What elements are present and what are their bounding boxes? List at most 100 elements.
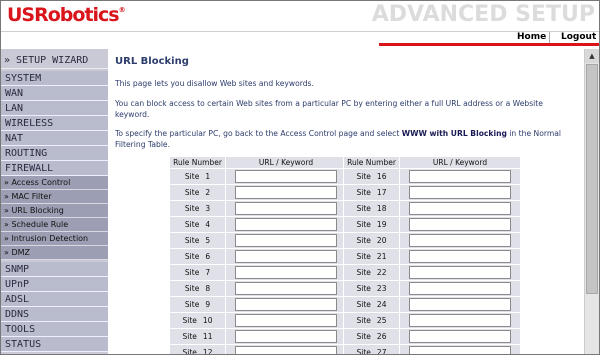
site-label: Site [184, 300, 200, 309]
usrobotics-logo: USRobotics® [7, 4, 126, 26]
url-keyword-input[interactable] [409, 202, 511, 215]
table-row: Site 17 [344, 185, 520, 200]
site-number: 21 [376, 252, 387, 261]
table-row: Site 20 [344, 233, 520, 248]
site-number: 26 [376, 332, 387, 341]
column-header-url-keyword: URL / Keyword [400, 157, 520, 168]
url-keyword-input[interactable] [235, 170, 337, 183]
url-keyword-cell [400, 345, 520, 354]
sidebar-item-ddns[interactable]: DDNS [1, 307, 108, 322]
url-table-left: Rule Number URL / Keyword Site 1 Site 2 Site… [169, 156, 347, 354]
url-keyword-input[interactable] [409, 282, 511, 295]
sidebar-item-adsl[interactable]: ADSL [1, 292, 108, 307]
home-link[interactable]: Home [517, 32, 546, 42]
rule-number-cell: Site 9 [170, 297, 225, 312]
sidebar-item-wireless[interactable]: WIRELESS [1, 116, 108, 131]
url-keyword-cell [226, 185, 346, 200]
rule-number-cell: Site 12 [170, 345, 225, 354]
url-keyword-cell [226, 297, 346, 312]
url-keyword-input[interactable] [235, 298, 337, 311]
logout-link[interactable]: Logout [561, 32, 596, 42]
table-row: Site 21 [344, 249, 520, 264]
url-keyword-cell [400, 249, 520, 264]
table-row: Site 11 [170, 329, 346, 344]
site-label: Site [356, 204, 371, 213]
url-keyword-input[interactable] [235, 346, 337, 354]
sidebar-subitem-url-blocking[interactable]: » URL Blocking [1, 204, 108, 218]
sidebar-subitem-access-control[interactable]: » Access Control [1, 176, 108, 190]
sidebar-subitem-intrusion-detection[interactable]: » Intrusion Detection [1, 232, 108, 246]
site-number: 24 [376, 300, 387, 309]
site-label: Site [356, 268, 371, 277]
table-row: Site 2 [170, 185, 346, 200]
url-keyword-input[interactable] [235, 314, 337, 327]
url-keyword-input[interactable] [235, 330, 337, 343]
site-label: Site [356, 172, 371, 181]
table-row: Site 1 [170, 169, 346, 184]
sidebar-item-firewall[interactable]: FIREWALL [1, 161, 108, 176]
url-keyword-input[interactable] [235, 186, 337, 199]
url-table-right: Rule Number URL / Keyword Site 16 Site 17 Si… [343, 156, 521, 354]
url-keyword-input[interactable] [409, 330, 511, 343]
site-label: Site [182, 348, 197, 354]
url-keyword-input[interactable] [235, 218, 337, 231]
note-emphasis: WWW with URL Blocking [401, 129, 507, 138]
url-keyword-input[interactable] [409, 218, 511, 231]
rule-number-cell: Site 27 [344, 345, 399, 354]
table-row: Site 18 [344, 201, 520, 216]
table-row: Site 5 [170, 233, 346, 248]
rule-number-cell: Site 22 [344, 265, 399, 280]
rule-number-cell: Site 10 [170, 313, 225, 328]
vertical-scrollbar[interactable]: ▲ [584, 49, 599, 354]
url-keyword-input[interactable] [235, 282, 337, 295]
sidebar-item-routing[interactable]: ROUTING [1, 146, 108, 161]
scroll-up-arrow-icon[interactable]: ▲ [585, 49, 599, 63]
url-keyword-input[interactable] [235, 234, 337, 247]
sidebar-item-upnp[interactable]: UPnP [1, 277, 108, 292]
site-label: Site [356, 284, 371, 293]
url-keyword-input[interactable] [235, 250, 337, 263]
sidebar-setup-wizard[interactable]: » SETUP WIZARD [1, 53, 108, 69]
url-keyword-cell [226, 201, 346, 216]
url-keyword-input[interactable] [409, 346, 511, 354]
rule-number-cell: Site 26 [344, 329, 399, 344]
sidebar-item-snmp[interactable]: SNMP [1, 262, 108, 277]
url-keyword-input[interactable] [235, 202, 337, 215]
sidebar-item-wan[interactable]: WAN [1, 86, 108, 101]
url-keyword-input[interactable] [409, 266, 511, 279]
site-number: 16 [376, 172, 387, 181]
url-keyword-cell [400, 297, 520, 312]
url-keyword-input[interactable] [409, 298, 511, 311]
rule-number-cell: Site 16 [344, 169, 399, 184]
table-row: Site 6 [170, 249, 346, 264]
url-keyword-input[interactable] [409, 314, 511, 327]
url-keyword-input[interactable] [409, 170, 511, 183]
rule-number-cell: Site 6 [170, 249, 225, 264]
url-keyword-cell [226, 329, 346, 344]
url-keyword-input[interactable] [235, 266, 337, 279]
sidebar-item-system[interactable]: SYSTEM [1, 71, 108, 86]
url-keyword-input[interactable] [409, 250, 511, 263]
sidebar-item-lan[interactable]: LAN [1, 101, 108, 116]
table-row: Site 22 [344, 265, 520, 280]
site-label: Site [356, 332, 371, 341]
browser-frame: USRobotics® ADVANCED SETUP Home Logout »… [0, 0, 600, 355]
url-keyword-input[interactable] [409, 234, 511, 247]
site-label: Site [184, 204, 200, 213]
sidebar-item-tools[interactable]: TOOLS [1, 322, 108, 337]
header: USRobotics® ADVANCED SETUP [1, 1, 599, 31]
site-number: 3 [205, 204, 211, 213]
url-keyword-cell [400, 281, 520, 296]
sidebar-item-nat[interactable]: NAT [1, 131, 108, 146]
sidebar-subitem-schedule-rule[interactable]: » Schedule Rule [1, 218, 108, 232]
site-label: Site [184, 188, 200, 197]
intro-text: This page lets you disallow Web sites an… [115, 79, 314, 88]
sidebar-item-status[interactable]: STATUS [1, 337, 108, 352]
sidebar-subitem-dmz[interactable]: » DMZ [1, 246, 108, 260]
scrollbar-thumb[interactable] [586, 64, 598, 294]
sidebar-subitem-mac-filter[interactable]: » MAC Filter [1, 190, 108, 204]
site-number: 25 [376, 316, 387, 325]
main-content: URL Blocking This page lets you disallow… [109, 49, 585, 354]
url-keyword-input[interactable] [409, 186, 511, 199]
site-number: 23 [376, 284, 387, 293]
